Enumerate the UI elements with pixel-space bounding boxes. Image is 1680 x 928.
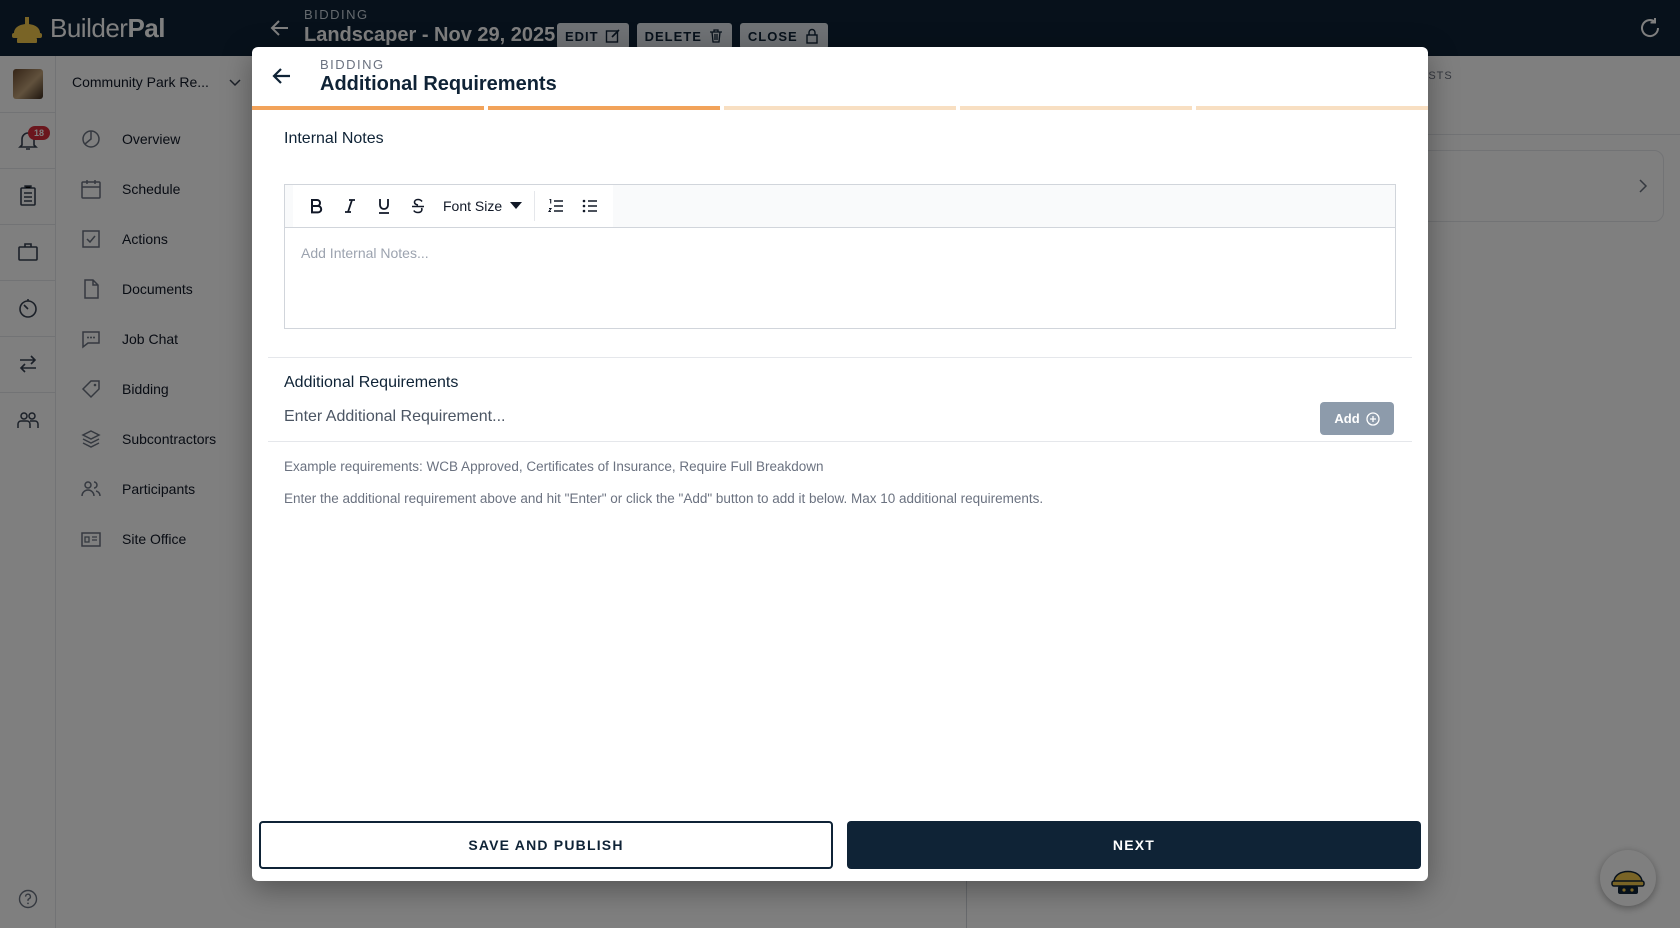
underline-icon: [379, 199, 389, 214]
bullet-list-button[interactable]: [573, 191, 607, 221]
next-button[interactable]: NEXT: [847, 821, 1421, 869]
section-divider: [268, 441, 1412, 442]
internal-notes-label: Internal Notes: [284, 130, 384, 147]
step-3: [724, 106, 956, 110]
requirements-examples-hint: Example requirements: WCB Approved, Cert…: [284, 459, 824, 474]
step-5: [1196, 106, 1428, 110]
editor-toolbar: Font Size: [285, 185, 1395, 228]
toolbar-group: Font Size: [293, 185, 614, 227]
add-requirement-button[interactable]: Add: [1320, 402, 1394, 435]
modal-header: BIDDING Additional Requirements: [252, 47, 1428, 107]
additional-requirements-label: Additional Requirements: [284, 374, 459, 391]
ordered-list-icon: [548, 198, 564, 213]
modal-title: Additional Requirements: [320, 73, 557, 95]
add-label: Add: [1334, 411, 1360, 426]
ordered-list-button[interactable]: [539, 191, 573, 221]
save-and-publish-button[interactable]: SAVE AND PUBLISH: [259, 821, 833, 869]
step-1: [252, 106, 484, 110]
bullet-list-icon: [582, 199, 598, 213]
strikethrough-button[interactable]: [401, 191, 435, 221]
bold-button[interactable]: [299, 191, 333, 221]
additional-requirement-input[interactable]: [284, 402, 1284, 432]
section-divider: [268, 357, 1412, 358]
plus-circle-icon: [1365, 411, 1380, 426]
modal-eyebrow: BIDDING: [320, 57, 385, 72]
modal-footer: SAVE AND PUBLISH NEXT: [252, 813, 1428, 881]
italic-button[interactable]: [333, 191, 367, 221]
font-size-label: Font Size: [443, 198, 503, 214]
underline-button[interactable]: [367, 191, 401, 221]
caret-down-icon: [510, 202, 523, 209]
italic-icon: [345, 199, 355, 213]
additional-requirements-modal: BIDDING Additional Requirements Internal…: [252, 47, 1428, 881]
step-2: [488, 106, 720, 110]
back-arrow-icon[interactable]: [270, 64, 294, 88]
internal-notes-textarea[interactable]: Add Internal Notes...: [285, 228, 1395, 278]
step-progress: [252, 106, 1428, 110]
internal-notes-editor: Font Size Add Internal Notes...: [284, 184, 1396, 329]
bold-icon: [311, 199, 323, 214]
step-4: [960, 106, 1192, 110]
strikethrough-icon: [412, 198, 424, 214]
font-size-dropdown[interactable]: Font Size: [435, 191, 536, 221]
requirements-instructions-hint: Enter the additional requirement above a…: [284, 491, 1044, 506]
